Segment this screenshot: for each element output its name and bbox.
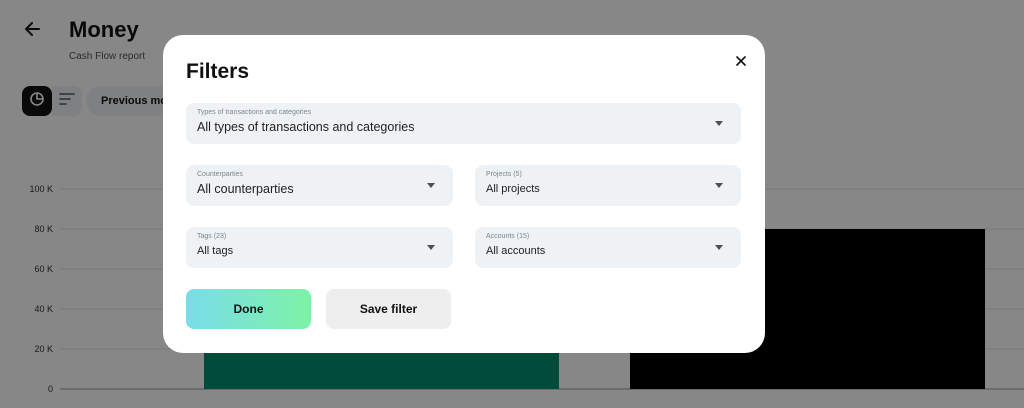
projects-filter-select[interactable]: Projects (5) All projects xyxy=(475,165,741,206)
tags-filter-select[interactable]: Tags (23) All tags xyxy=(186,227,453,268)
counterparties-filter-select[interactable]: Counterparties All counterparties xyxy=(186,165,453,206)
tags-filter-label: Tags (23) xyxy=(197,233,227,240)
accounts-filter-select[interactable]: Accounts (15) All accounts xyxy=(475,227,741,268)
projects-filter-value: All projects xyxy=(486,183,540,195)
types-filter-select[interactable]: Types of transactions and categories All… xyxy=(186,103,741,144)
caret-down-icon xyxy=(427,245,435,250)
caret-down-icon xyxy=(715,121,723,126)
types-filter-label: Types of transactions and categories xyxy=(197,109,312,116)
projects-filter-label: Projects (5) xyxy=(486,171,522,178)
dialog-title: Filters xyxy=(186,60,250,83)
accounts-filter-label: Accounts (15) xyxy=(486,233,530,240)
filters-dialog: Filters Types of transactions and catego… xyxy=(163,35,765,353)
counterparties-filter-label: Counterparties xyxy=(197,171,243,178)
types-filter-value: All types of transactions and categories xyxy=(197,120,415,134)
caret-down-icon xyxy=(427,183,435,188)
tags-filter-value: All tags xyxy=(197,245,234,257)
close-icon[interactable] xyxy=(733,53,749,69)
caret-down-icon xyxy=(715,245,723,250)
counterparties-filter-value: All counterparties xyxy=(197,182,294,196)
caret-down-icon xyxy=(715,183,723,188)
accounts-filter-value: All accounts xyxy=(486,245,546,257)
save-filter-button[interactable]: Save filter xyxy=(326,289,451,329)
done-button[interactable]: Done xyxy=(186,289,311,329)
